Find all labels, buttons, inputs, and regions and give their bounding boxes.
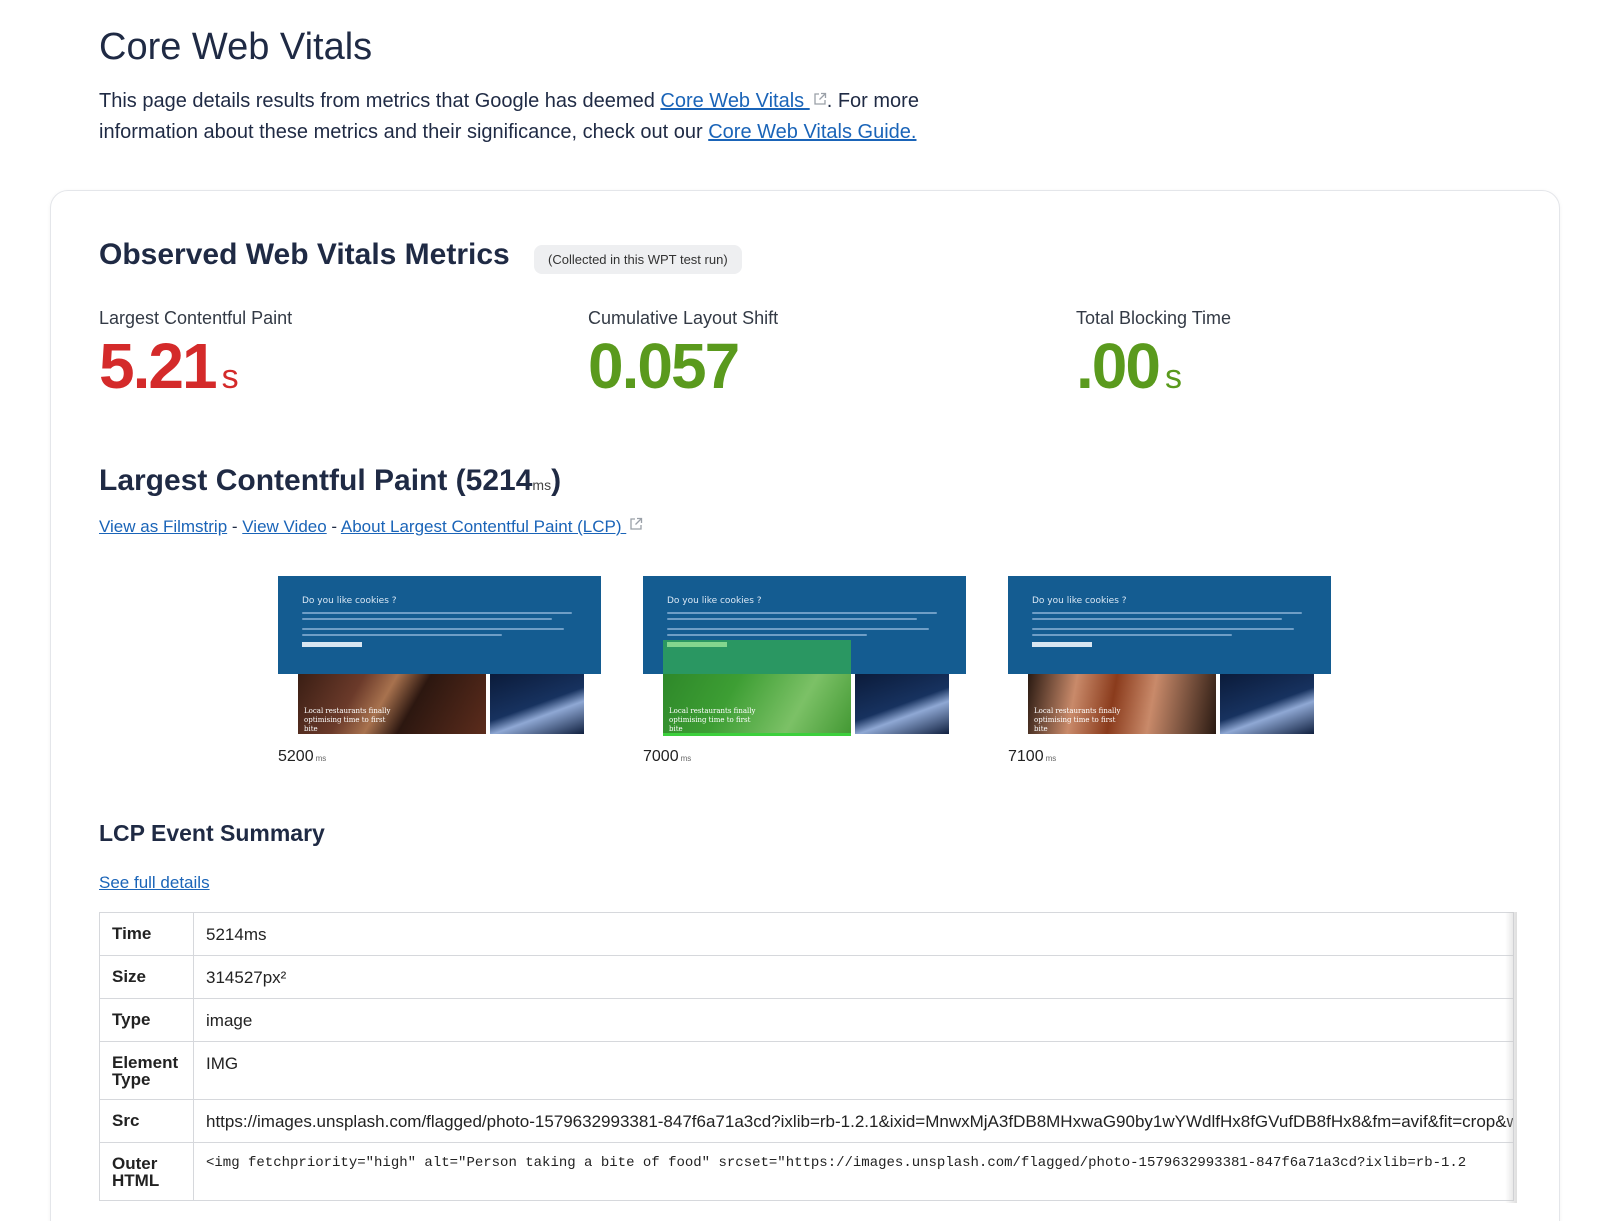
thumb-text-line [667,618,917,620]
table-row: Size 314527px² [99,955,1514,999]
thumb-text-line [302,634,502,636]
frame-time-unit: ms [315,754,327,763]
thumb-caption: Local restaurants finally optimising tim… [1034,707,1121,733]
metric-lcp-number: 5.21 [99,330,218,402]
metric-tbt-label: Total Blocking Time [1076,308,1232,328]
row-value: image [193,998,1514,1042]
metric-lcp-unit: s [221,358,239,396]
thumb-heading: Do you like cookies ? [1032,596,1127,606]
frame-time: 7000 ms [643,748,966,766]
table-row: Src https://images.unsplash.com/flagged/… [99,1099,1514,1143]
metric-lcp-label: Largest Contentful Paint [99,308,293,328]
lcp-summary-table: Time 5214ms Size 314527px² Type image El… [99,912,1514,1201]
thumb-text-line [302,612,572,614]
metric-tbt-number: .00 [1076,330,1161,402]
thumb-banner [1008,576,1331,674]
lcp-title-text: Largest Contentful Paint (5214 [99,464,533,497]
thumb-heading: Do you like cookies ? [667,596,762,606]
thumb-heading: Do you like cookies ? [302,596,397,606]
observed-metrics-title: Observed Web Vitals Metrics [99,238,510,271]
table-row: Outer HTML <img fetchpriority="high" alt… [99,1142,1514,1201]
frame-time-value: 7000 [643,748,679,765]
metric-cls-label: Cumulative Layout Shift [588,308,779,328]
thumb-caption: Local restaurants finally optimising tim… [304,707,391,733]
frame-time-value: 5200 [278,748,314,765]
row-value: 5214ms [193,912,1514,956]
lcp-summary-title: LCP Event Summary [99,820,325,846]
thumb-text-line [302,628,564,630]
external-link-icon [629,517,643,531]
row-value-code[interactable]: <img fetchpriority="high" alt="Person ta… [193,1142,1514,1201]
thumb-side-image [490,674,584,734]
thumb-button [1032,642,1092,647]
view-video-link[interactable]: View Video [242,517,326,536]
thumb-banner [278,576,601,674]
metric-cls: Cumulative Layout Shift 0.057 [588,308,778,410]
row-value: 314527px² [193,955,1514,999]
row-key: Src [99,1099,194,1143]
metric-tbt-unit: s [1164,358,1182,396]
filmstrip-frame-lcp[interactable]: Do you like cookies ? Local restaurants … [643,576,966,766]
core-web-vitals-link[interactable]: Core Web Vitals [660,90,809,112]
frame-time-value: 7100 [1008,748,1044,765]
filmstrip-frame[interactable]: Do you like cookies ? Local restaurants … [278,576,601,766]
thumb-text-line [1032,634,1232,636]
frame-thumbnail: Do you like cookies ? Local restaurants … [643,576,966,736]
lcp-links: View as Filmstrip - View Video - About L… [99,517,643,537]
metric-tbt-value: .00 s [1076,333,1231,410]
thumb-text-line [667,612,937,614]
thumb-button [302,642,362,647]
about-lcp-link[interactable]: About Largest Contentful Paint (LCP) [341,517,626,536]
thumb-text-line [302,618,552,620]
frame-thumbnail: Do you like cookies ? Local restaurants … [278,576,601,736]
metric-cls-value: 0.057 [588,333,778,410]
see-full-details-link[interactable]: See full details [99,873,210,893]
thumb-text-line [667,634,867,636]
row-value: IMG [193,1041,1514,1100]
frame-time: 7100 ms [1008,748,1331,766]
metric-lcp: Largest Contentful Paint 5.21 s [99,308,292,410]
row-key: Size [99,955,194,999]
frame-time: 5200 ms [278,748,601,766]
intro-paragraph: This page details results from metrics t… [99,86,959,148]
thumb-caption: Local restaurants finally optimising tim… [669,707,756,733]
thumb-side-image [855,674,949,734]
row-value[interactable]: https://images.unsplash.com/flagged/phot… [193,1099,1514,1143]
page-title: Core Web Vitals [99,26,373,68]
table-row: Element Type IMG [99,1041,1514,1100]
row-key: Outer HTML [99,1142,194,1201]
lcp-title-unit: ms [532,477,552,493]
thumb-side-image [1220,674,1314,734]
table-row: Time 5214ms [99,912,1514,956]
link-separator: - [326,517,341,536]
core-web-vitals-guide-link[interactable]: Core Web Vitals Guide. [708,121,916,143]
frame-thumbnail: Do you like cookies ? Local restaurants … [1008,576,1331,736]
filmstrip-frame[interactable]: Do you like cookies ? Local restaurants … [1008,576,1331,766]
thumb-text-line [667,628,929,630]
row-key: Type [99,998,194,1042]
metric-lcp-value: 5.21 s [99,333,292,410]
thumb-text-line [1032,628,1294,630]
table-scroll-shadow [1505,912,1517,1203]
lcp-section-title: Largest Contentful Paint (5214ms) [99,464,561,498]
metric-tbt: Total Blocking Time .00 s [1076,308,1231,410]
row-key: Element Type [99,1041,194,1100]
intro-text-start: This page details results from metrics t… [99,90,661,112]
link-separator: - [227,517,243,536]
frame-time-unit: ms [1045,754,1057,763]
table-row: Type image [99,998,1514,1042]
lcp-title-suffix: ) [551,464,562,497]
frame-time-unit: ms [680,754,692,763]
row-key: Time [99,912,194,956]
collected-badge: (Collected in this WPT test run) [534,245,742,274]
view-filmstrip-link[interactable]: View as Filmstrip [99,517,227,536]
external-link-icon [813,92,827,106]
thumb-text-line [1032,612,1302,614]
metric-cls-number: 0.057 [588,330,740,402]
thumb-text-line [1032,618,1282,620]
